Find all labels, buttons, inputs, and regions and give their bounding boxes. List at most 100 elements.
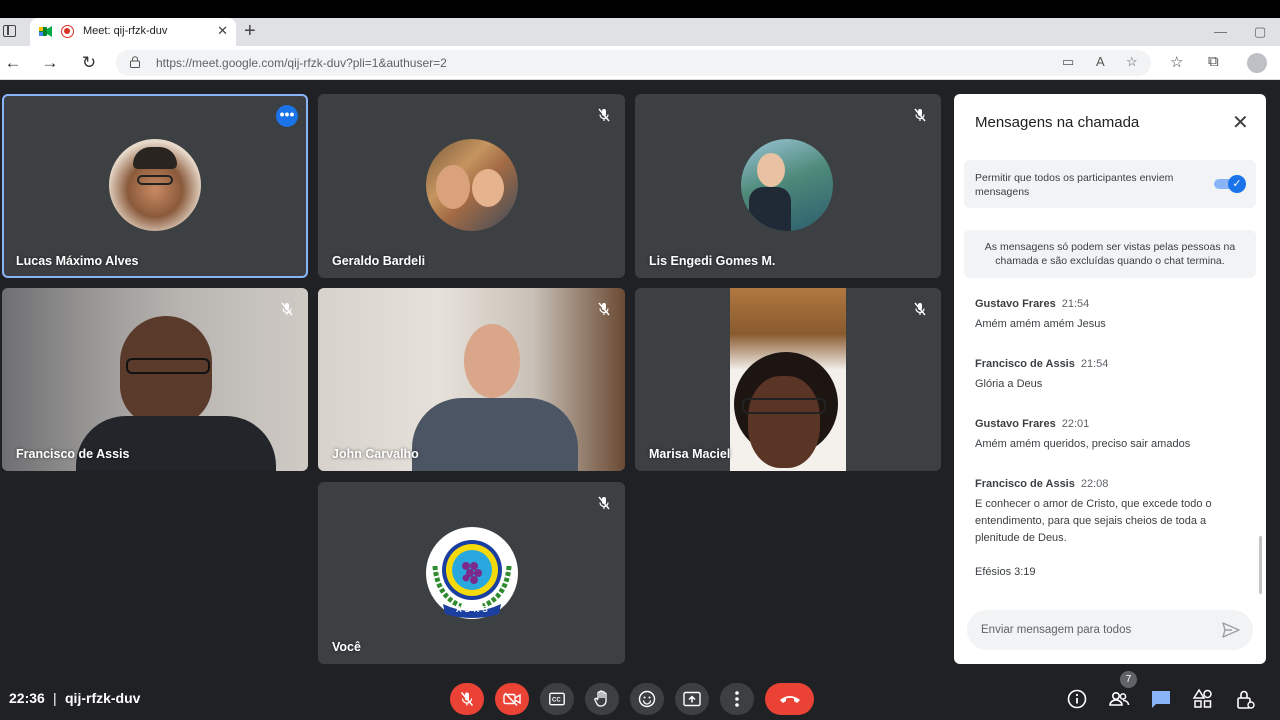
chat-message: Francisco de Assis 21:54 Glória a Deus bbox=[975, 354, 1240, 393]
permission-setting: Permitir que todos os participantes envi… bbox=[964, 160, 1256, 208]
meeting-info-icon[interactable] bbox=[1066, 688, 1088, 710]
participant-avatar bbox=[109, 139, 201, 231]
chat-icon[interactable] bbox=[1150, 688, 1172, 710]
participant-tile[interactable]: Francisco de Assis bbox=[2, 288, 308, 471]
close-tab-icon[interactable]: ✕ bbox=[217, 23, 228, 39]
mic-off-icon bbox=[460, 692, 474, 706]
muted-mic-icon bbox=[914, 108, 926, 122]
message-text: Amém amém queridos, preciso sair amados bbox=[975, 438, 1191, 450]
forward-icon[interactable]: → bbox=[40, 53, 60, 73]
participant-name: Francisco de Assis bbox=[16, 447, 130, 461]
participant-name: John Carvalho bbox=[332, 447, 419, 461]
svg-text:CC: CC bbox=[552, 698, 561, 704]
add-favorite-icon[interactable]: ☆ bbox=[1126, 54, 1138, 70]
hang-up-icon bbox=[779, 696, 800, 703]
camera-button[interactable] bbox=[495, 683, 529, 715]
message-text: Amém amém amém Jesus bbox=[975, 318, 1106, 330]
lock-icon[interactable] bbox=[130, 56, 140, 68]
muted-mic-icon bbox=[598, 108, 610, 122]
participant-tile[interactable]: ADRS Você bbox=[318, 482, 625, 664]
host-controls-icon[interactable] bbox=[1234, 688, 1256, 710]
message-text: Glória a Deus bbox=[975, 378, 1043, 390]
message-time: 22:01 bbox=[1061, 418, 1090, 430]
tab-title: Meet: qij-rfzk-duv bbox=[83, 25, 168, 37]
hand-icon bbox=[594, 690, 607, 707]
muted-mic-icon bbox=[914, 302, 926, 316]
address-bar[interactable]: https://meet.google.com/qij-rfzk-duv?pli… bbox=[116, 50, 1151, 76]
permission-toggle[interactable]: ✓ bbox=[1214, 175, 1246, 193]
reload-icon[interactable]: ↻ bbox=[79, 53, 99, 73]
chat-scrollbar[interactable] bbox=[1259, 536, 1262, 594]
participant-tile[interactable]: Marisa Maciel bbox=[635, 288, 941, 471]
check-icon: ✓ bbox=[1228, 175, 1246, 193]
favorites-icon[interactable]: ☆ bbox=[1170, 53, 1183, 71]
participant-tile[interactable]: Lis Engedi Gomes M. bbox=[635, 94, 941, 278]
participant-name: Lis Engedi Gomes M. bbox=[649, 254, 776, 268]
participant-tile[interactable]: John Carvalho bbox=[318, 288, 625, 471]
message-time: 21:54 bbox=[1080, 358, 1109, 370]
chat-message: Gustavo Frares 22:01 Amém amém queridos, … bbox=[975, 414, 1240, 453]
microphone-button[interactable] bbox=[450, 683, 484, 715]
send-icon[interactable] bbox=[1222, 622, 1240, 638]
meet-favicon-icon bbox=[39, 26, 52, 37]
participant-avatar bbox=[741, 139, 833, 231]
message-text: E conhecer o amor de Cristo, que excede … bbox=[975, 498, 1212, 544]
participant-name: Você bbox=[332, 640, 361, 654]
close-icon[interactable]: ✕ bbox=[1232, 110, 1249, 135]
muted-mic-icon bbox=[598, 302, 610, 316]
captions-icon: CC bbox=[549, 692, 565, 706]
more-options-icon[interactable]: ••• bbox=[276, 105, 298, 127]
participant-video bbox=[2, 288, 308, 471]
message-sender: Gustavo Frares bbox=[975, 298, 1056, 310]
activities-icon[interactable] bbox=[1192, 688, 1214, 710]
minimize-icon[interactable]: — bbox=[1214, 24, 1227, 39]
message-sender: Francisco de Assis bbox=[975, 478, 1075, 490]
permission-label: Permitir que todos os participantes envi… bbox=[975, 172, 1174, 198]
profile-avatar[interactable] bbox=[1247, 53, 1267, 73]
participant-tile[interactable]: ••• Lucas Máximo Alves bbox=[2, 94, 308, 278]
more-options-button[interactable] bbox=[720, 683, 754, 715]
participant-video bbox=[730, 288, 846, 471]
people-icon[interactable] bbox=[1108, 688, 1130, 710]
logo-text: ADRS bbox=[456, 605, 491, 614]
current-time: 22:36 bbox=[9, 690, 45, 706]
participant-tile[interactable]: Geraldo Bardeli bbox=[318, 94, 625, 278]
recording-icon bbox=[61, 25, 74, 38]
camera-off-icon bbox=[503, 692, 521, 706]
back-icon[interactable]: ← bbox=[3, 53, 23, 73]
new-tab-icon[interactable]: + bbox=[244, 20, 256, 42]
present-button[interactable] bbox=[675, 683, 709, 715]
url-text[interactable]: https://meet.google.com/qij-rfzk-duv?pli… bbox=[156, 56, 447, 70]
muted-mic-icon bbox=[281, 302, 293, 316]
chat-message: Francisco de Assis 22:08 E conhecer o amo… bbox=[975, 474, 1240, 581]
captions-button[interactable]: CC bbox=[540, 683, 574, 715]
read-aloud-icon[interactable]: A bbox=[1096, 54, 1105, 69]
chat-info-notice: As mensagens só podem ser vistas pelas p… bbox=[964, 230, 1256, 278]
participant-count-badge: 7 bbox=[1120, 671, 1137, 688]
message-sender: Gustavo Frares bbox=[975, 418, 1056, 430]
leave-call-button[interactable] bbox=[765, 683, 814, 715]
camera-indicator-icon[interactable]: ▭ bbox=[1062, 54, 1074, 70]
maximize-icon[interactable]: ▢ bbox=[1254, 24, 1266, 40]
present-screen-icon bbox=[683, 691, 701, 707]
collections-icon[interactable]: ⧉ bbox=[1208, 53, 1219, 70]
tab-strip: Meet: qij-rfzk-duv ✕ + — ▢ bbox=[0, 18, 1280, 46]
browser-tab[interactable]: Meet: qij-rfzk-duv ✕ bbox=[30, 18, 236, 46]
raise-hand-button[interactable] bbox=[585, 683, 619, 715]
meeting-code: qij-rfzk-duv bbox=[65, 690, 141, 706]
chat-message: Gustavo Frares 21:54 Amém amém amém Jesus bbox=[975, 294, 1240, 333]
participant-video bbox=[318, 288, 625, 471]
emoji-icon bbox=[638, 690, 656, 708]
chat-title: Mensagens na chamada bbox=[975, 114, 1140, 131]
muted-mic-icon bbox=[598, 496, 610, 510]
reactions-button[interactable] bbox=[630, 683, 664, 715]
participant-avatar bbox=[426, 139, 518, 231]
tab-actions-icon[interactable] bbox=[3, 25, 16, 37]
separator: | bbox=[53, 690, 57, 706]
participant-name: Geraldo Bardeli bbox=[332, 254, 426, 268]
participant-name: Marisa Maciel bbox=[649, 447, 731, 461]
screen-top-border bbox=[0, 0, 1280, 18]
chat-message-input[interactable] bbox=[967, 610, 1253, 650]
participant-name: Lucas Máximo Alves bbox=[16, 254, 139, 268]
navigation-bar: ← → ↻ https://meet.google.com/qij-rfzk-d… bbox=[0, 46, 1280, 80]
